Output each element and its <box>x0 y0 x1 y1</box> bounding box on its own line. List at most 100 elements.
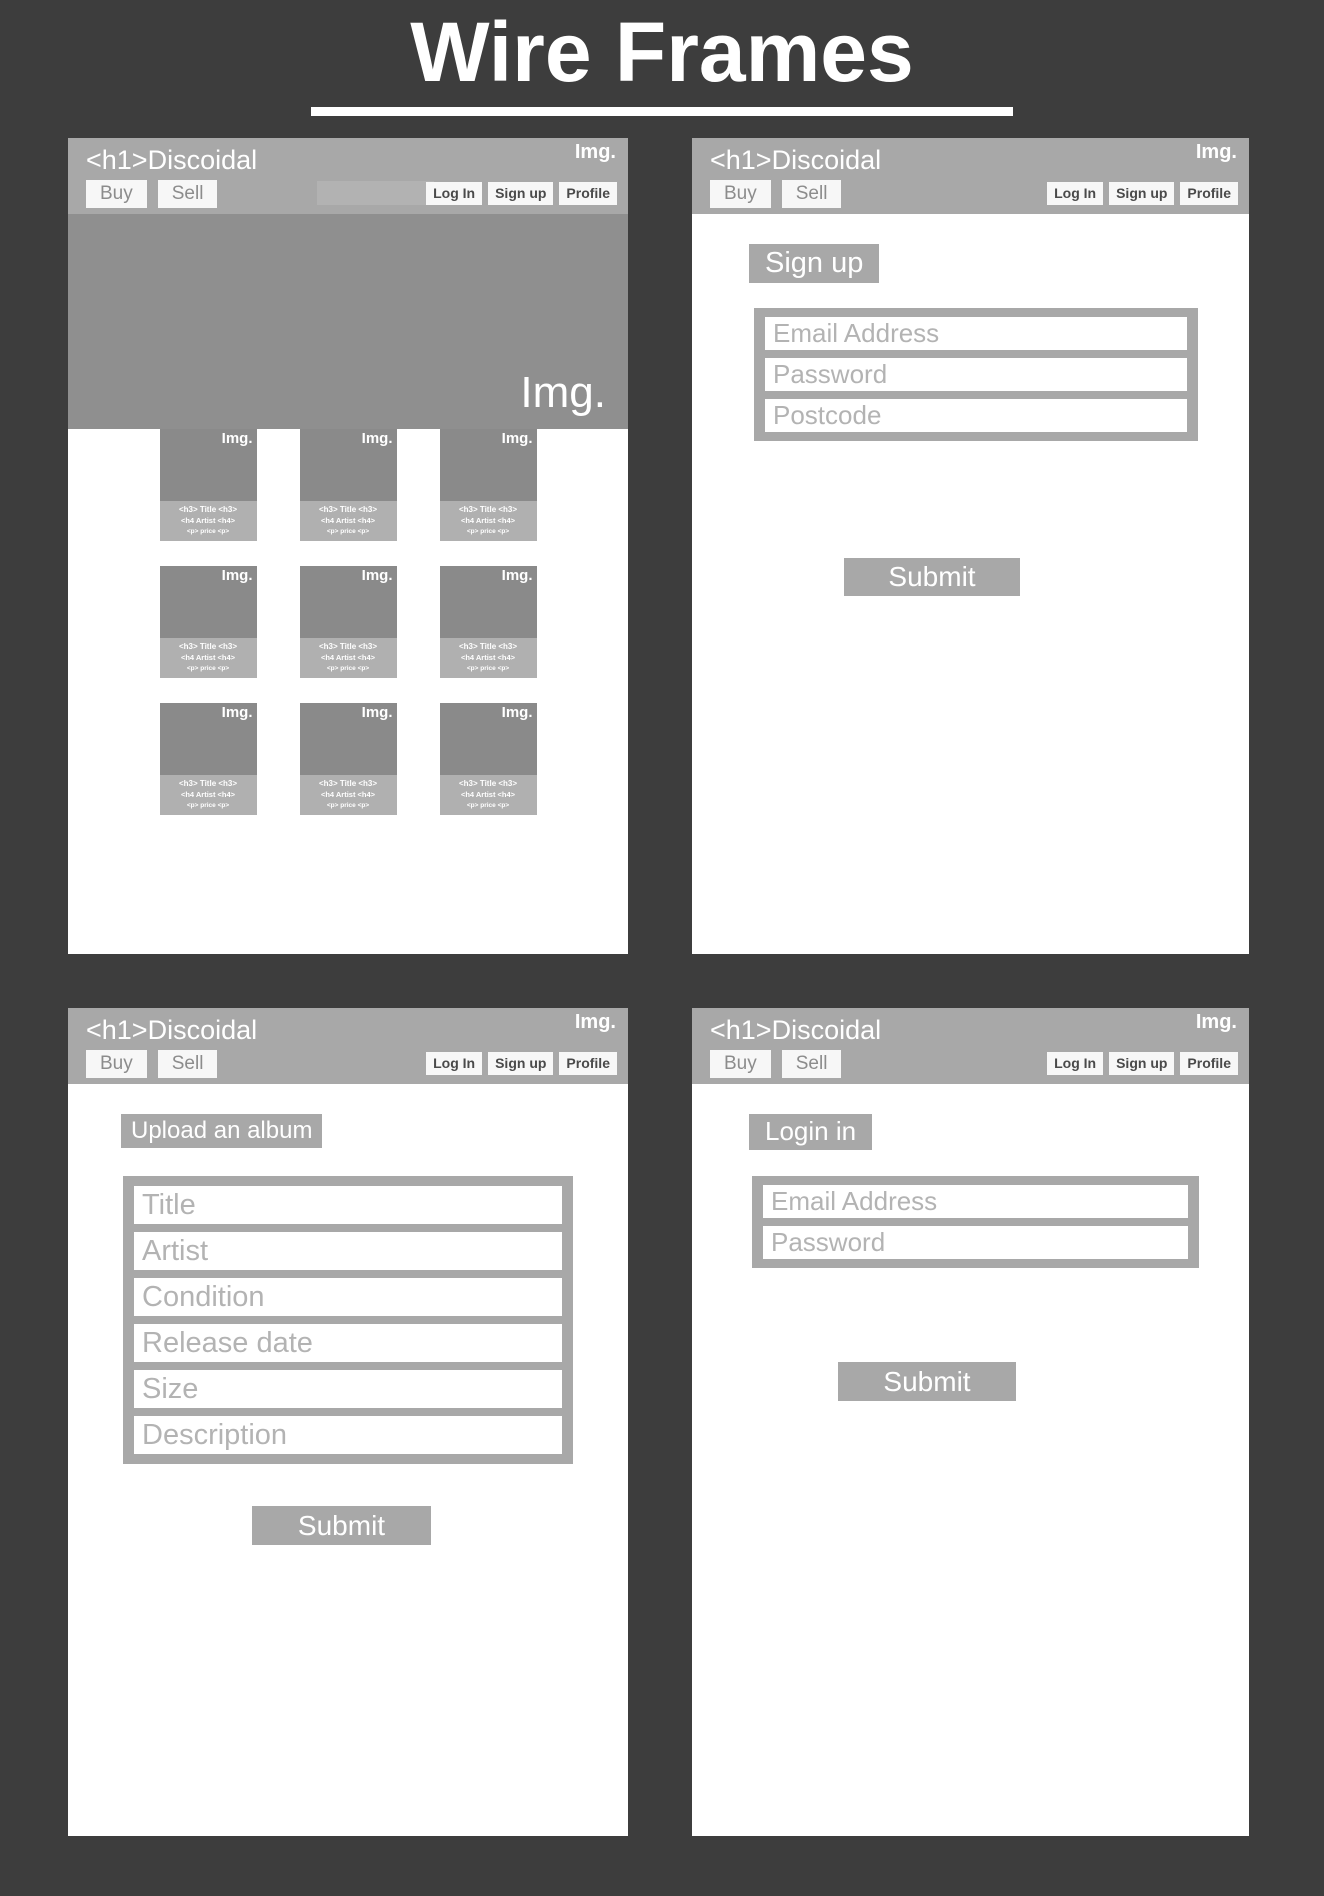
app-header: <h1>Discoidal Img. Buy Sell Log In Sign … <box>68 138 628 214</box>
album-card[interactable]: Img. <h3> Title <h3> <h4 Artist <h4> <p>… <box>439 703 537 815</box>
signup-heading: Sign up <box>749 244 880 283</box>
hero-banner: Img. <box>68 214 628 429</box>
nav-profile-button[interactable]: Profile <box>1180 182 1238 205</box>
album-card-title: <h3> Title <h3> <box>178 642 238 651</box>
album-card-artist: <h4 Artist <h4> <box>460 790 516 799</box>
nav-login-button[interactable]: Log In <box>1047 1052 1104 1075</box>
signup-submit-button[interactable]: Submit <box>844 558 1020 596</box>
album-card[interactable]: Img. <h3> Title <h3> <h4 Artist <h4> <p>… <box>439 429 537 541</box>
nav-left-group: Buy Sell <box>86 180 218 208</box>
album-card-image: Img. <box>159 429 257 501</box>
nav-buy-button[interactable]: Buy <box>86 180 147 208</box>
upload-submit-button[interactable]: Submit <box>252 1506 431 1545</box>
album-card-grid: Img. <h3> Title <h3> <h4 Artist <h4> <p>… <box>68 429 628 815</box>
nav-row: Buy Sell Log In Sign up Profile <box>68 1050 628 1080</box>
album-card[interactable]: Img. <h3> Title <h3> <h4 Artist <h4> <p>… <box>159 429 257 541</box>
upload-heading: Upload an album <box>121 1114 323 1148</box>
album-card[interactable]: Img. <h3> Title <h3> <h4 Artist <h4> <p>… <box>159 703 257 815</box>
card-img-placeholder: Img. <box>501 430 533 447</box>
album-card-title: <h3> Title <h3> <box>458 505 518 514</box>
nav-profile-button[interactable]: Profile <box>559 1052 617 1075</box>
album-card-title: <h3> Title <h3> <box>178 505 238 514</box>
nav-row: Buy Sell Log In Sign up Profile <box>692 180 1249 210</box>
album-card[interactable]: Img. <h3> Title <h3> <h4 Artist <h4> <p>… <box>439 566 537 678</box>
nav-sell-button[interactable]: Sell <box>157 180 218 208</box>
login-screen: <h1>Discoidal Img. Buy Sell Log In Sign … <box>692 1008 1249 1836</box>
album-card-price: <p> price <p> <box>326 665 370 672</box>
card-img-placeholder: Img. <box>221 704 253 721</box>
card-row: Img. <h3> Title <h3> <h4 Artist <h4> <p>… <box>159 429 537 541</box>
album-card-price: <p> price <p> <box>466 802 510 809</box>
nav-profile-button[interactable]: Profile <box>1180 1052 1238 1075</box>
album-card-title: <h3> Title <h3> <box>318 779 378 788</box>
email-field[interactable]: Email Address <box>763 1185 1188 1218</box>
nav-buy-button[interactable]: Buy <box>710 1050 771 1078</box>
nav-row: Buy Sell Log In Sign up Profile <box>692 1050 1249 1080</box>
nav-right-group: Log In Sign up Profile <box>426 182 617 205</box>
album-card-meta: <h3> Title <h3> <h4 Artist <h4> <p> pric… <box>160 501 257 541</box>
login-submit-button[interactable]: Submit <box>838 1362 1016 1401</box>
album-card-title: <h3> Title <h3> <box>318 642 378 651</box>
album-card-image: Img. <box>299 429 397 501</box>
title-underline <box>311 107 1013 116</box>
album-card-meta: <h3> Title <h3> <h4 Artist <h4> <p> pric… <box>160 638 257 678</box>
search-input[interactable] <box>317 181 434 205</box>
album-card-title: <h3> Title <h3> <box>318 505 378 514</box>
album-card-title: <h3> Title <h3> <box>458 642 518 651</box>
nav-signup-button[interactable]: Sign up <box>1109 1052 1175 1075</box>
nav-buy-button[interactable]: Buy <box>710 180 771 208</box>
header-img-placeholder: Img. <box>574 1011 616 1033</box>
app-logo: <h1>Discoidal <box>710 1015 882 1045</box>
album-release-date-field[interactable]: Release date <box>134 1324 562 1362</box>
nav-signup-button[interactable]: Sign up <box>1109 182 1175 205</box>
nav-login-button[interactable]: Log In <box>1047 182 1104 205</box>
album-card-image: Img. <box>159 703 257 775</box>
album-card[interactable]: Img. <h3> Title <h3> <h4 Artist <h4> <p>… <box>299 703 397 815</box>
album-card[interactable]: Img. <h3> Title <h3> <h4 Artist <h4> <p>… <box>299 566 397 678</box>
nav-signup-button[interactable]: Sign up <box>488 1052 554 1075</box>
card-img-placeholder: Img. <box>501 567 533 584</box>
nav-row: Buy Sell Log In Sign up Profile <box>68 180 628 210</box>
album-description-field[interactable]: Description <box>134 1416 562 1454</box>
app-header: <h1>Discoidal Img. Buy Sell Log In Sign … <box>692 138 1249 214</box>
header-img-placeholder: Img. <box>574 141 616 163</box>
album-card-meta: <h3> Title <h3> <h4 Artist <h4> <p> pric… <box>440 501 537 541</box>
nav-sell-button[interactable]: Sell <box>781 1050 842 1078</box>
card-img-placeholder: Img. <box>361 704 393 721</box>
password-field[interactable]: Password <box>765 358 1187 391</box>
album-card[interactable]: Img. <h3> Title <h3> <h4 Artist <h4> <p>… <box>299 429 397 541</box>
password-field[interactable]: Password <box>763 1226 1188 1259</box>
nav-right-group: Log In Sign up Profile <box>426 1052 617 1075</box>
album-card-price: <p> price <p> <box>326 802 370 809</box>
nav-sell-button[interactable]: Sell <box>781 180 842 208</box>
wireframe-page: Wire Frames <h1>Discoidal Img. Buy Sell … <box>0 0 1324 1896</box>
email-field[interactable]: Email Address <box>765 317 1187 350</box>
album-card-image: Img. <box>439 703 537 775</box>
app-logo: <h1>Discoidal <box>86 145 258 175</box>
home-browse-screen: <h1>Discoidal Img. Buy Sell Log In Sign … <box>68 138 628 954</box>
album-card-image: Img. <box>159 566 257 638</box>
nav-login-button[interactable]: Log In <box>426 1052 483 1075</box>
nav-profile-button[interactable]: Profile <box>559 182 617 205</box>
album-card-price: <p> price <p> <box>186 528 230 535</box>
album-card-price: <p> price <p> <box>186 802 230 809</box>
album-card[interactable]: Img. <h3> Title <h3> <h4 Artist <h4> <p>… <box>159 566 257 678</box>
app-header: <h1>Discoidal Img. Buy Sell Log In Sign … <box>68 1008 628 1084</box>
album-card-meta: <h3> Title <h3> <h4 Artist <h4> <p> pric… <box>300 638 397 678</box>
album-size-field[interactable]: Size <box>134 1370 562 1408</box>
nav-signup-button[interactable]: Sign up <box>488 182 554 205</box>
card-img-placeholder: Img. <box>501 704 533 721</box>
album-title-field[interactable]: Title <box>134 1186 562 1224</box>
nav-buy-button[interactable]: Buy <box>86 1050 147 1078</box>
postcode-field[interactable]: Postcode <box>765 399 1187 432</box>
album-card-price: <p> price <p> <box>466 528 510 535</box>
card-img-placeholder: Img. <box>221 430 253 447</box>
card-row: Img. <h3> Title <h3> <h4 Artist <h4> <p>… <box>159 703 537 815</box>
nav-login-button[interactable]: Log In <box>426 182 483 205</box>
album-card-price: <p> price <p> <box>466 665 510 672</box>
album-card-meta: <h3> Title <h3> <h4 Artist <h4> <p> pric… <box>300 775 397 815</box>
nav-sell-button[interactable]: Sell <box>157 1050 218 1078</box>
album-condition-field[interactable]: Condition <box>134 1278 562 1316</box>
card-img-placeholder: Img. <box>221 567 253 584</box>
album-artist-field[interactable]: Artist <box>134 1232 562 1270</box>
